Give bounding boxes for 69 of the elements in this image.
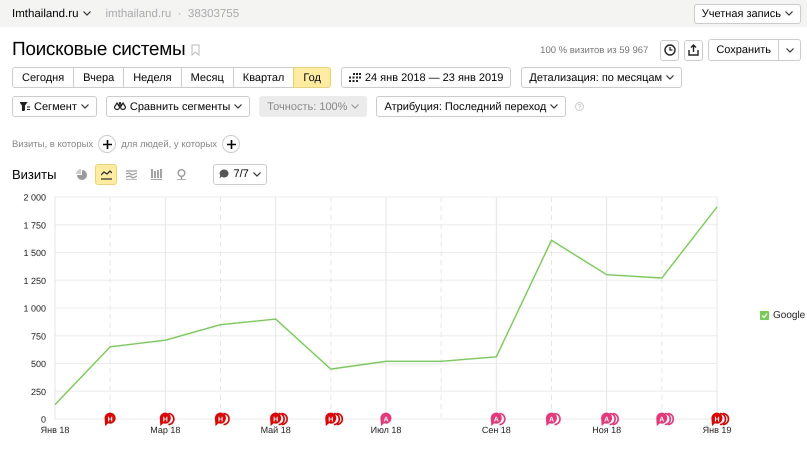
y-axis-label: 250: [30, 386, 46, 397]
speech-bubble-icon: [219, 169, 230, 179]
x-axis-label: Янв 18: [40, 425, 70, 435]
add-condition-button[interactable]: [98, 135, 116, 153]
period-tab[interactable]: Неделя: [123, 67, 182, 88]
help-icon[interactable]: [575, 102, 584, 110]
period-tab[interactable]: Месяц: [180, 67, 234, 88]
drops-icon: [114, 102, 126, 111]
share-icon: [688, 44, 700, 56]
y-axis-label: 0: [40, 414, 46, 424]
y-axis-label: 1 500: [23, 248, 46, 258]
caret-icon: [666, 75, 674, 80]
y-axis-label: 500: [30, 359, 46, 369]
history-button[interactable]: [660, 40, 680, 60]
filter-dropdown[interactable]: Атрибуция: Последний переход: [376, 96, 566, 117]
condition-label: Визиты, в которых: [12, 138, 94, 150]
caret-icon: [234, 104, 242, 109]
page-title: Поисковые системы: [12, 39, 186, 61]
site-selector[interactable]: Imthailand.ru: [12, 8, 92, 20]
caret-icon: [80, 104, 89, 109]
x-axis-label: Сен 18: [482, 425, 511, 435]
caret-icon: [351, 104, 360, 109]
chart-title: Визиты: [12, 166, 56, 182]
clock-icon: [664, 44, 676, 56]
x-axis-label: Июл 18: [370, 425, 402, 435]
calendar-icon: [348, 73, 361, 82]
period-tab[interactable]: Сегодня: [12, 67, 74, 88]
area-chart-icon: [126, 168, 137, 180]
chart-type-button[interactable]: [95, 164, 118, 184]
notes-button[interactable]: 7/7: [213, 164, 267, 184]
pie-chart-icon: [76, 168, 87, 180]
save-options-button[interactable]: [779, 39, 801, 61]
period-tab[interactable]: Вчера: [73, 67, 124, 88]
caret-icon: [83, 11, 92, 16]
caret-icon: [786, 48, 794, 52]
caret-icon: [550, 104, 558, 109]
bookmark-icon[interactable]: [191, 44, 200, 56]
compare-segments-dropdown[interactable]: Сравнить сегменты: [106, 96, 250, 117]
y-axis-label: 750: [30, 331, 46, 342]
period-tab[interactable]: Квартал: [232, 67, 294, 88]
line-chart-icon: [100, 168, 112, 180]
plus-icon: [226, 140, 236, 148]
segment-dropdown[interactable]: Сегмент: [12, 96, 97, 117]
map-pin-icon: [176, 168, 187, 180]
period-tab[interactable]: Год: [293, 67, 331, 88]
caret-icon: [252, 172, 261, 176]
x-axis-label: Мар 18: [150, 425, 180, 435]
y-axis-label: 2 000: [23, 192, 46, 202]
x-axis-label: Ноя 18: [592, 425, 622, 435]
y-axis-label: 1 000: [23, 304, 46, 314]
account-button[interactable]: Учетная запись: [694, 4, 801, 24]
add-condition-button[interactable]: [222, 135, 240, 153]
filter-icon: [20, 102, 30, 111]
save-button[interactable]: Сохранить: [708, 39, 779, 61]
y-axis-label: 1 250: [23, 276, 46, 286]
counter-info: imthailand.ru · 38303755: [105, 8, 240, 20]
y-axis-label: 1 750: [23, 220, 46, 230]
x-axis-label: Янв 19: [702, 425, 732, 435]
date-range-button[interactable]: 24 янв 2018 — 23 янв 2019: [340, 67, 512, 88]
detail-dropdown[interactable]: Детализация: по месяцам: [521, 67, 682, 88]
legend-label: Google: [773, 310, 806, 321]
plus-icon: [102, 140, 112, 148]
condition-label: для людей, у которых: [121, 138, 218, 150]
caret-icon: [785, 11, 793, 16]
visits-share-note: 100 % визитов из 59 967: [540, 44, 648, 56]
legend-checkbox[interactable]: [760, 311, 769, 320]
bar-chart-icon: [150, 168, 162, 180]
export-button[interactable]: [684, 40, 704, 60]
x-axis-label: Май 18: [260, 425, 291, 435]
